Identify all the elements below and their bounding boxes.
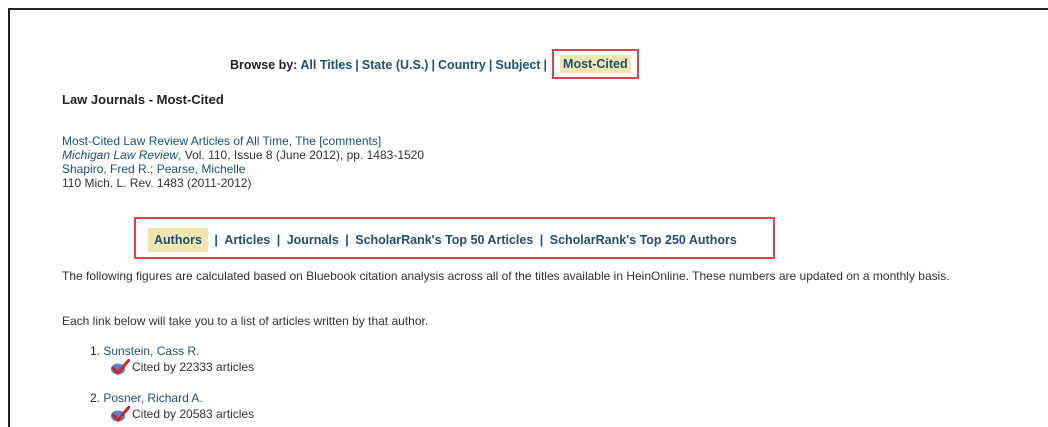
browse-all-titles-link[interactable]: All Titles <box>300 58 352 72</box>
author-list: 1. Sunstein, Cass R. Cited by 22333 arti… <box>90 344 254 427</box>
most-cited-highlight-box: Most-Cited <box>552 49 639 79</box>
list-item: 2. Posner, Richard A. Cited by 20583 art… <box>90 391 254 422</box>
cited-row: Cited by 22333 articles <box>110 359 254 375</box>
content-frame: Browse by: All Titles | State (U.S.) | Count… <box>8 8 1048 427</box>
description-text: The following figures are calculated bas… <box>62 269 950 283</box>
featured-citation: Most-Cited Law Review Articles of All Ti… <box>62 134 424 190</box>
page-title: Law Journals - Most-Cited <box>62 92 224 107</box>
tab-journals[interactable]: Journals <box>287 233 339 247</box>
browse-country-link[interactable]: Country <box>438 58 486 72</box>
cited-count: Cited by 22333 articles <box>132 360 255 374</box>
tab-top-250-authors[interactable]: ScholarRank's Top 250 Authors <box>550 233 737 247</box>
checkmark-icon <box>111 359 130 375</box>
browse-state-link[interactable]: State (U.S.) <box>362 58 429 72</box>
citation-journal[interactable]: Michigan Law Review <box>62 148 178 162</box>
tab-top-50-articles[interactable]: ScholarRank's Top 50 Articles <box>355 233 533 247</box>
author-rank: 1. <box>90 344 101 358</box>
citation-authors-link[interactable]: Shapiro, Fred R.; Pearse, Michelle <box>62 162 245 176</box>
tab-authors[interactable]: Authors <box>148 228 208 252</box>
author-rank: 2. <box>90 391 101 405</box>
author-link[interactable]: Posner, Richard A. <box>103 391 202 405</box>
most-cited-tabs: Authors | Articles | Journals | ScholarR… <box>134 217 775 259</box>
cited-count: Cited by 20583 articles <box>132 407 255 421</box>
cited-row: Cited by 20583 articles <box>110 406 254 422</box>
browse-subject-link[interactable]: Subject <box>495 58 540 72</box>
browse-bar: Browse by: All Titles | State (U.S.) | Count… <box>230 49 639 80</box>
citation-reference: 110 Mich. L. Rev. 1483 (2011-2012) <box>62 176 252 190</box>
browse-most-cited-link[interactable]: Most-Cited <box>560 55 631 73</box>
browse-label: Browse by: <box>230 58 298 72</box>
citation-title-link[interactable]: Most-Cited Law Review Articles of All Ti… <box>62 134 381 148</box>
instruction-text: Each link below will take you to a list … <box>62 314 429 328</box>
citation-details: , Vol. 110, Issue 8 (June 2012), pp. 148… <box>178 148 425 162</box>
list-item: 1. Sunstein, Cass R. Cited by 22333 arti… <box>90 344 254 375</box>
author-link[interactable]: Sunstein, Cass R. <box>103 344 199 358</box>
tab-articles[interactable]: Articles <box>224 233 270 247</box>
checkmark-icon <box>111 406 130 422</box>
